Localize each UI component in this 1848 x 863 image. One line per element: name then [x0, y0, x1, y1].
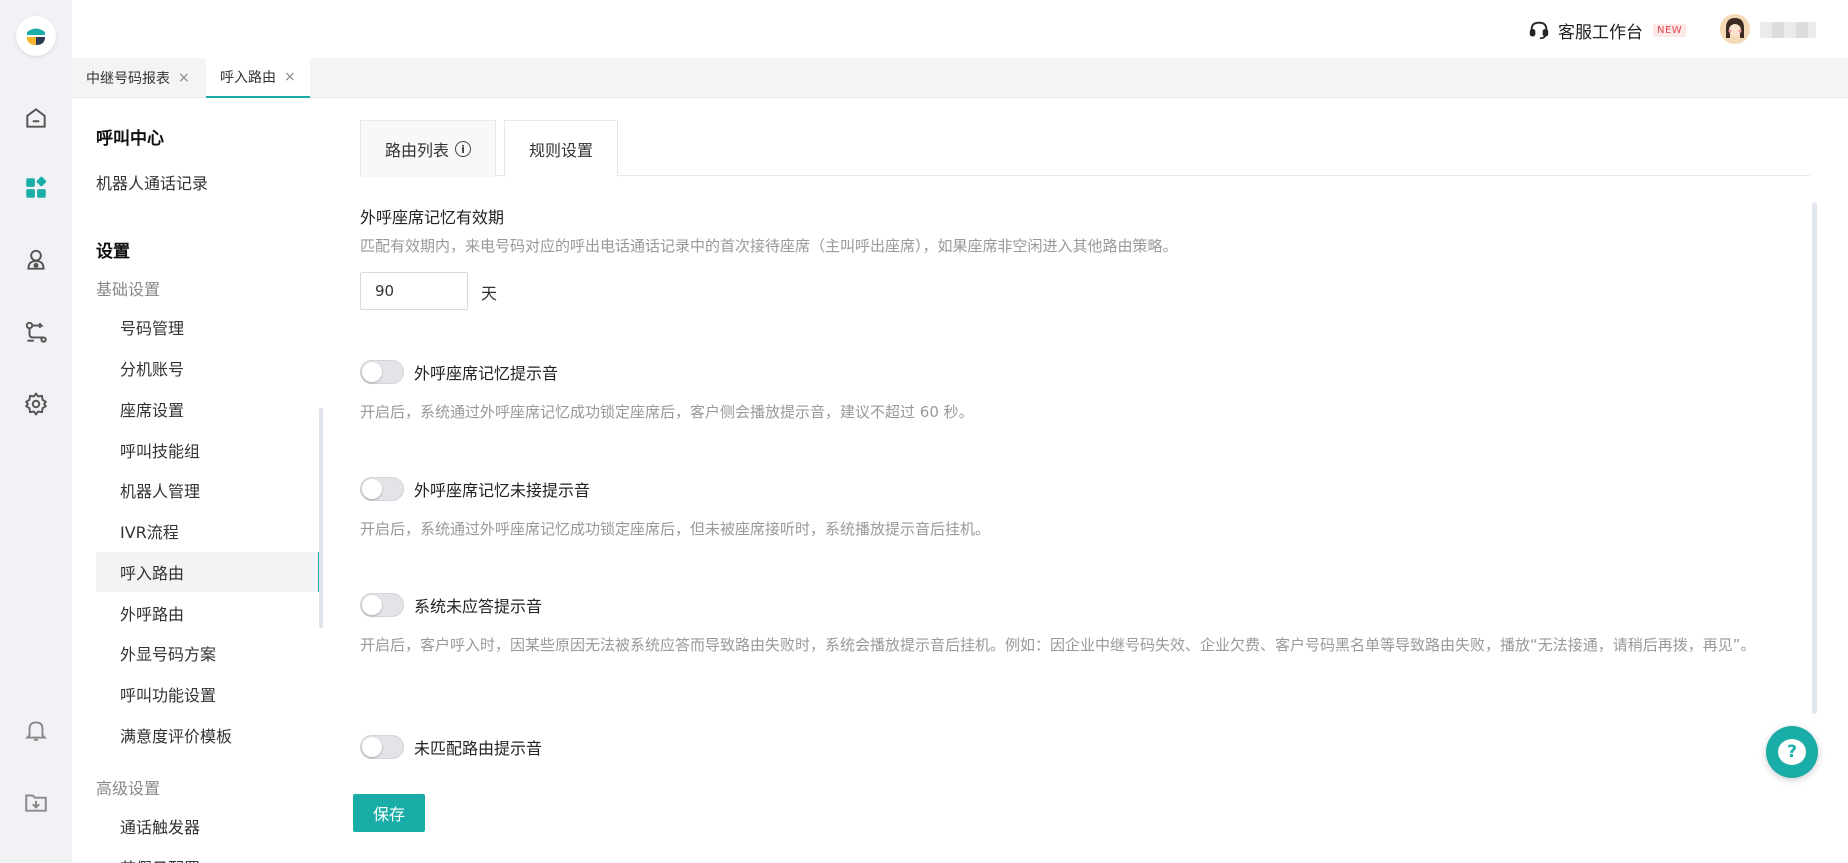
toggle-label: 外呼座席记忆提示音 [414, 364, 559, 383]
footer-bar: 保存 [324, 765, 1848, 863]
sidebar-item-inbound-routing[interactable]: 呼入路由 [96, 552, 320, 592]
system-no-answer-desc: 开启后，客户呼入时，因某些原因无法被系统应答而导致路由失败时，系统会播放提示音后… [360, 636, 1756, 654]
save-button[interactable]: 保存 [353, 794, 425, 832]
sidebar-item-satisfaction-template[interactable]: 满意度评价模板 [96, 715, 320, 755]
sidebar-item-robot-call-records[interactable]: 机器人通话记录 [96, 162, 320, 202]
sidebar-item-call-function-settings[interactable]: 呼叫功能设置 [96, 674, 320, 714]
user-avatar-icon [1720, 14, 1750, 44]
tab-label: 路由列表 [385, 141, 450, 160]
tab-label: 规则设置 [529, 140, 594, 160]
info-icon[interactable]: i [455, 141, 472, 157]
service-workbench-link[interactable]: 客服工作台 NEW [1528, 16, 1687, 44]
toggle-row-system-no-answer: 系统未应答提示音 [360, 592, 542, 618]
main-panel: 路由列表 i 规则设置 外呼座席记忆有效期 匹配有效期内，来电号码对应的呼出电话… [324, 98, 1848, 863]
page-tab-bar: 中继号码报表 × 呼入路由 × [72, 58, 1848, 98]
sidebar-item-ivr-flow[interactable]: IVR流程 [96, 511, 320, 551]
top-header: 客服工作台 NEW [72, 0, 1848, 58]
username-blurred [1760, 22, 1816, 38]
logo-icon [27, 28, 45, 45]
new-badge: NEW [1653, 23, 1687, 37]
sidebar-item-robot-management[interactable]: 机器人管理 [96, 470, 320, 510]
sidebar-item-display-number-plan[interactable]: 外显号码方案 [96, 633, 320, 673]
page-tab-label: 中继号码报表 [86, 71, 170, 87]
toggle-label: 未匹配路由提示音 [414, 739, 543, 758]
close-icon[interactable]: × [178, 70, 190, 86]
icon-rail [0, 0, 72, 863]
memory-period-desc: 匹配有效期内，来电号码对应的呼出电话通话记录中的首次接待座席（主叫呼出座席），如… [360, 237, 1178, 255]
workbench-label: 客服工作台 [1558, 22, 1643, 43]
page-tab-inbound-routing[interactable]: 呼入路由 × [206, 58, 310, 98]
sidebar-item-holiday-config[interactable]: 节假日配置 [96, 847, 320, 863]
app-logo[interactable] [16, 16, 56, 56]
section-title-call-center: 呼叫中心 [96, 129, 164, 149]
app: 客服工作台 NEW 中继号码报表 × 呼入路由 × 呼叫中心 机器人通话记录 设… [0, 0, 1848, 863]
tab-route-list[interactable]: 路由列表 i [360, 120, 497, 177]
switch-knob [362, 595, 382, 615]
toggle-row-unmatched-route: 未匹配路由提示音 [360, 734, 542, 760]
memory-unanswered-switch[interactable] [360, 477, 404, 501]
page-tab-label: 呼入路由 [220, 70, 276, 86]
settings-sidebar: 呼叫中心 机器人通话记录 设置 基础设置 号码管理 分机账号 座席设置 呼叫技能… [72, 98, 324, 863]
switch-knob [362, 479, 382, 499]
memory-period-input[interactable] [360, 272, 468, 310]
sidebar-item-extension-account[interactable]: 分机账号 [96, 348, 320, 388]
content-tabs: 路由列表 i 规则设置 [360, 120, 1810, 177]
memory-prompt-switch[interactable] [360, 360, 404, 384]
question-chat-icon: ? [1778, 739, 1806, 765]
memory-period-label: 外呼座席记忆有效期 [360, 208, 505, 227]
home-icon[interactable] [22, 104, 50, 132]
headset-icon [1529, 21, 1549, 40]
avatar[interactable] [1720, 14, 1750, 44]
close-icon[interactable]: × [284, 69, 296, 85]
memory-period-unit: 天 [481, 284, 498, 303]
toggle-row-memory-prompt: 外呼座席记忆提示音 [360, 359, 558, 385]
sidebar-scrollbar[interactable] [319, 408, 323, 628]
toggle-row-memory-unanswered: 外呼座席记忆未接提示音 [360, 476, 590, 502]
download-folder-icon[interactable] [22, 788, 50, 816]
sidebar-item-seat-settings[interactable]: 座席设置 [96, 389, 320, 429]
content-scrollbar[interactable] [1812, 202, 1817, 714]
toggle-label: 系统未应答提示音 [414, 597, 543, 616]
group-title-advanced: 高级设置 [96, 779, 161, 798]
unmatched-route-switch[interactable] [360, 735, 404, 759]
switch-knob [362, 362, 382, 382]
section-title-settings: 设置 [96, 242, 130, 262]
bell-icon[interactable] [22, 716, 50, 744]
system-no-answer-switch[interactable] [360, 593, 404, 617]
settings-gear-icon[interactable] [22, 390, 50, 418]
switch-knob [362, 737, 382, 757]
rules-card: 路由列表 i 规则设置 外呼座席记忆有效期 匹配有效期内，来电号码对应的呼出电话… [324, 98, 1848, 765]
sidebar-item-call-trigger[interactable]: 通话触发器 [96, 806, 320, 846]
routing-icon[interactable] [22, 318, 50, 346]
sidebar-item-skill-group[interactable]: 呼叫技能组 [96, 430, 320, 470]
agent-icon[interactable] [22, 246, 50, 274]
tab-rule-settings[interactable]: 规则设置 [504, 120, 619, 177]
memory-prompt-desc: 开启后，系统通过外呼座席记忆成功锁定座席后，客户侧会播放提示音，建议不超过 60… [360, 403, 974, 421]
memory-unanswered-desc: 开启后，系统通过外呼座席记忆成功锁定座席后，但未被座席接听时，系统播放提示音后挂… [360, 520, 991, 538]
toggle-label: 外呼座席记忆未接提示音 [414, 481, 591, 500]
group-title-basic: 基础设置 [96, 280, 161, 299]
page-tab-trunk-report[interactable]: 中继号码报表 × [72, 58, 204, 98]
sidebar-item-outbound-routing[interactable]: 外呼路由 [96, 593, 320, 633]
help-chat-button[interactable]: ? [1766, 726, 1818, 778]
dashboard-icon[interactable] [22, 174, 50, 202]
sidebar-item-number-management[interactable]: 号码管理 [96, 307, 320, 347]
